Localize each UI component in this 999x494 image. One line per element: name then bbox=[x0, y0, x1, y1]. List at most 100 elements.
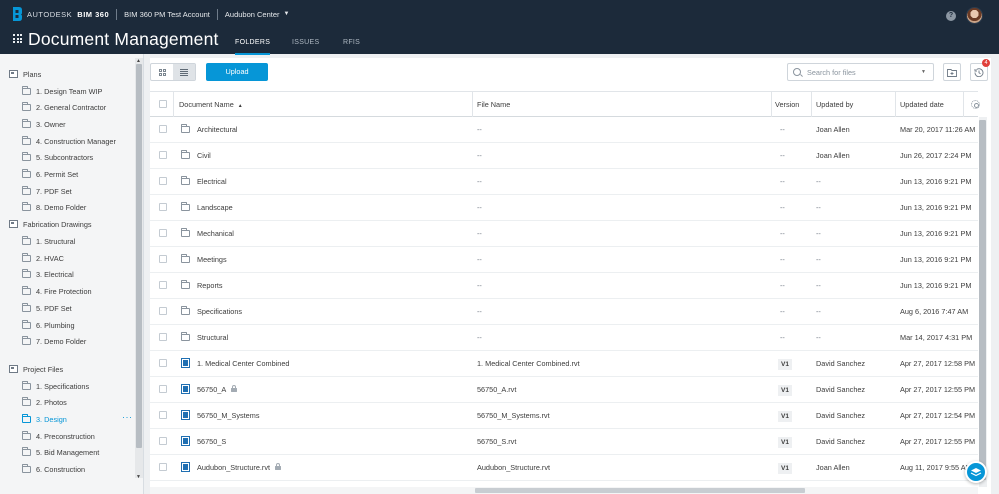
user-avatar[interactable] bbox=[966, 7, 983, 24]
row-checkbox[interactable] bbox=[159, 151, 167, 159]
tree-item[interactable]: 1. Specifications bbox=[22, 379, 89, 393]
table-row[interactable]: Meetings -- -- -- Jun 13, 2016 9:21 PM bbox=[150, 247, 978, 273]
list-view-button[interactable] bbox=[173, 64, 195, 80]
tree-item[interactable]: 6. Construction bbox=[22, 462, 85, 476]
table-row[interactable]: 1. Medical Center Combined 1. Medical Ce… bbox=[150, 351, 978, 377]
bim360-logo-icon[interactable] bbox=[13, 7, 22, 21]
column-divider[interactable] bbox=[771, 92, 772, 117]
row-checkbox[interactable] bbox=[159, 411, 167, 419]
version[interactable]: V1 bbox=[778, 455, 792, 480]
table-row[interactable]: Reports -- -- -- Jun 13, 2016 9:21 PM bbox=[150, 273, 978, 299]
document-name[interactable]: Structural bbox=[197, 325, 228, 350]
version[interactable]: V1 bbox=[778, 403, 792, 428]
row-checkbox[interactable] bbox=[159, 281, 167, 289]
document-name[interactable]: 56750_S bbox=[197, 429, 226, 454]
row-checkbox[interactable] bbox=[159, 437, 167, 445]
tab-rfis[interactable]: RFIS bbox=[343, 39, 360, 46]
tree-item[interactable]: 2. General Contractor bbox=[22, 100, 106, 114]
row-checkbox[interactable] bbox=[159, 203, 167, 211]
document-name[interactable]: Mechanical bbox=[197, 221, 234, 246]
tree-item[interactable]: 5. PDF Set bbox=[22, 301, 72, 315]
table-row[interactable]: 56750_S 56750_S.rvt V1 David Sanchez Apr… bbox=[150, 429, 978, 455]
help-icon[interactable]: ? bbox=[946, 11, 956, 21]
tree-item[interactable]: 4. Fire Protection bbox=[22, 284, 92, 298]
column-settings-gear-icon[interactable] bbox=[971, 100, 980, 109]
table-row[interactable]: Specifications -- -- -- Aug 6, 2016 7:47… bbox=[150, 299, 978, 325]
search-input[interactable] bbox=[807, 67, 917, 77]
column-header-document-name[interactable]: Document Name ▲ bbox=[179, 92, 243, 117]
tree-item[interactable]: 3. Electrical bbox=[22, 267, 74, 281]
scroll-up-icon[interactable]: ▲ bbox=[136, 58, 141, 64]
row-checkbox[interactable] bbox=[159, 385, 167, 393]
document-name[interactable]: Meetings bbox=[197, 247, 227, 272]
table-row[interactable]: Electrical -- -- -- Jun 13, 2016 9:21 PM bbox=[150, 169, 978, 195]
table-row[interactable]: 56750_A 56750_A.rvt V1 David Sanchez Apr… bbox=[150, 377, 978, 403]
tree-root-fabrication-drawings[interactable]: Fabrication Drawings bbox=[9, 217, 92, 231]
tree-item[interactable]: 5. Bid Management bbox=[22, 445, 99, 459]
row-checkbox[interactable] bbox=[159, 177, 167, 185]
row-checkbox[interactable] bbox=[159, 359, 167, 367]
tree-item[interactable]: 6. Plumbing bbox=[22, 318, 75, 332]
chevron-down-icon[interactable]: ▼ bbox=[921, 69, 926, 75]
version[interactable]: V1 bbox=[778, 351, 792, 376]
tree-item[interactable]: 6. Permit Set bbox=[22, 167, 78, 181]
horizontal-scrollbar-thumb[interactable] bbox=[475, 488, 805, 493]
row-checkbox[interactable] bbox=[159, 125, 167, 133]
document-name-cell[interactable]: 56750_A bbox=[197, 377, 238, 402]
support-chat-button[interactable] bbox=[965, 461, 987, 483]
table-row[interactable]: Architectural -- -- Joan Allen Mar 20, 2… bbox=[150, 117, 978, 143]
row-checkbox[interactable] bbox=[159, 255, 167, 263]
table-row[interactable]: Audubon_Structure.rvt Audubon_Structure.… bbox=[150, 455, 978, 481]
table-row[interactable]: 56750_M_Systems 56750_M_Systems.rvt V1 D… bbox=[150, 403, 978, 429]
column-header-updated-date[interactable]: Updated date bbox=[900, 92, 944, 117]
document-name[interactable]: 56750_M_Systems bbox=[197, 403, 259, 428]
tree-item[interactable]: 2. Photos bbox=[22, 395, 67, 409]
row-checkbox[interactable] bbox=[159, 307, 167, 315]
column-divider[interactable] bbox=[811, 92, 812, 117]
row-checkbox[interactable] bbox=[159, 333, 167, 341]
table-row[interactable]: Structural -- -- -- Mar 14, 2017 4:31 PM bbox=[150, 325, 978, 351]
column-header-version[interactable]: Version bbox=[775, 92, 799, 117]
document-name[interactable]: Specifications bbox=[197, 299, 242, 324]
tree-item-selected[interactable]: 3. Design bbox=[22, 412, 67, 426]
tree-root-plans[interactable]: Plans bbox=[9, 67, 41, 81]
scroll-down-icon[interactable]: ▼ bbox=[136, 474, 141, 480]
table-scrollbar-thumb[interactable] bbox=[979, 120, 986, 480]
project-selector[interactable]: Audubon Center ▼ bbox=[225, 10, 290, 19]
document-name[interactable]: 1. Medical Center Combined bbox=[197, 351, 289, 376]
upload-button[interactable]: Upload bbox=[206, 63, 268, 81]
tree-item[interactable]: 1. Structural bbox=[22, 234, 75, 248]
tree-item[interactable]: 2. HVAC bbox=[22, 251, 64, 265]
tree-item[interactable]: 1. Design Team WIP bbox=[22, 84, 102, 98]
app-switcher-icon[interactable] bbox=[13, 34, 22, 43]
new-folder-button[interactable] bbox=[943, 63, 961, 81]
row-checkbox[interactable] bbox=[159, 463, 167, 471]
document-name-cell[interactable]: Audubon_Structure.rvt bbox=[197, 455, 282, 480]
sidebar-scrollbar-thumb[interactable] bbox=[136, 64, 142, 448]
tree-item[interactable]: 4. Construction Manager bbox=[22, 134, 116, 148]
more-options-icon[interactable]: ··· bbox=[122, 412, 133, 422]
tree-item[interactable]: 4. Preconstruction bbox=[22, 429, 95, 443]
account-name[interactable]: BIM 360 PM Test Account bbox=[124, 10, 210, 19]
select-all-checkbox[interactable] bbox=[159, 100, 167, 108]
tree-item[interactable]: 7. Demo Folder bbox=[22, 334, 86, 348]
column-header-updated-by[interactable]: Updated by bbox=[816, 92, 853, 117]
tree-item[interactable]: 8. Demo Folder bbox=[22, 200, 86, 214]
column-divider[interactable] bbox=[472, 92, 473, 117]
tree-item[interactable]: 7. PDF Set bbox=[22, 184, 72, 198]
tree-item[interactable]: 3. Owner bbox=[22, 117, 66, 131]
tab-folders[interactable]: FOLDERS bbox=[235, 39, 271, 55]
document-name[interactable]: Reports bbox=[197, 273, 223, 298]
document-name[interactable]: Landscape bbox=[197, 195, 233, 220]
document-name[interactable]: Architectural bbox=[197, 117, 238, 142]
tree-item[interactable]: 5. Subcontractors bbox=[22, 150, 93, 164]
document-name[interactable]: Electrical bbox=[197, 169, 227, 194]
document-name[interactable]: Civil bbox=[197, 143, 211, 168]
column-header-file-name[interactable]: File Name bbox=[477, 92, 510, 117]
column-divider[interactable] bbox=[895, 92, 896, 117]
tree-root-project-files[interactable]: Project Files bbox=[9, 362, 63, 376]
tab-issues[interactable]: ISSUES bbox=[292, 39, 319, 46]
table-row[interactable]: Mechanical -- -- -- Jun 13, 2016 9:21 PM bbox=[150, 221, 978, 247]
version[interactable]: V1 bbox=[778, 429, 792, 454]
table-row[interactable]: Civil -- -- Joan Allen Jun 26, 2017 2:24… bbox=[150, 143, 978, 169]
